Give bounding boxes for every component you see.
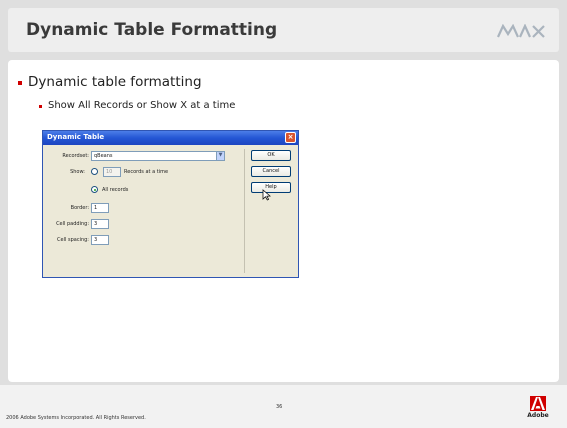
dynamic-table-dialog: Dynamic Table × Recordset: qBeans ▼ Show… [42,130,299,278]
bullet-marker [39,105,42,108]
help-button[interactable]: Help [251,182,291,193]
ok-button[interactable]: OK [251,150,291,161]
bullet-level-2: Show All Records or Show X at a time [48,100,236,111]
slide: Dynamic Table Formatting Dynamic table f… [0,0,567,428]
bullet-level-1: Dynamic table formatting [28,74,202,90]
dialog-title: Dynamic Table [47,133,105,141]
slide-content: Dynamic table formatting Show All Record… [8,60,559,382]
max-logo-icon [497,24,545,38]
bullet-marker [18,81,22,85]
cell-spacing-field[interactable]: 3 [91,235,109,245]
records-count-field[interactable]: 10 [103,167,121,177]
recordset-select[interactable]: qBeans ▼ [91,151,225,161]
slide-header: Dynamic Table Formatting [8,8,559,52]
show-label: Show: [70,169,85,175]
border-label: Border: [70,205,89,211]
cell-padding-field[interactable]: 3 [91,219,109,229]
page-number: 36 [276,404,283,410]
adobe-logo-icon [530,396,546,411]
dialog-titlebar[interactable]: Dynamic Table × [43,131,298,145]
recordset-value: qBeans [94,153,113,159]
copyright-text: 2006 Adobe Systems Incorporated. All Rig… [6,415,146,421]
mouse-pointer-icon [262,189,271,201]
chevron-down-icon[interactable]: ▼ [216,152,224,160]
dialog-divider [244,149,245,273]
adobe-wordmark: Adobe [527,412,549,419]
radio-records-at-a-time[interactable] [91,168,98,175]
records-at-a-time-label: Records at a time [124,169,169,175]
recordset-label: Recordset: [62,153,89,159]
close-icon[interactable]: × [285,132,296,143]
border-field[interactable]: 1 [91,203,109,213]
slide-title: Dynamic Table Formatting [26,20,278,40]
adobe-logo: Adobe [527,396,549,422]
radio-all-records[interactable] [91,186,98,193]
cell-padding-label: Cell padding: [56,221,89,227]
cancel-button[interactable]: Cancel [251,166,291,177]
all-records-label: All records [102,187,129,193]
slide-footer: 36 2006 Adobe Systems Incorporated. All … [0,385,567,428]
cell-spacing-label: Cell spacing: [57,237,89,243]
